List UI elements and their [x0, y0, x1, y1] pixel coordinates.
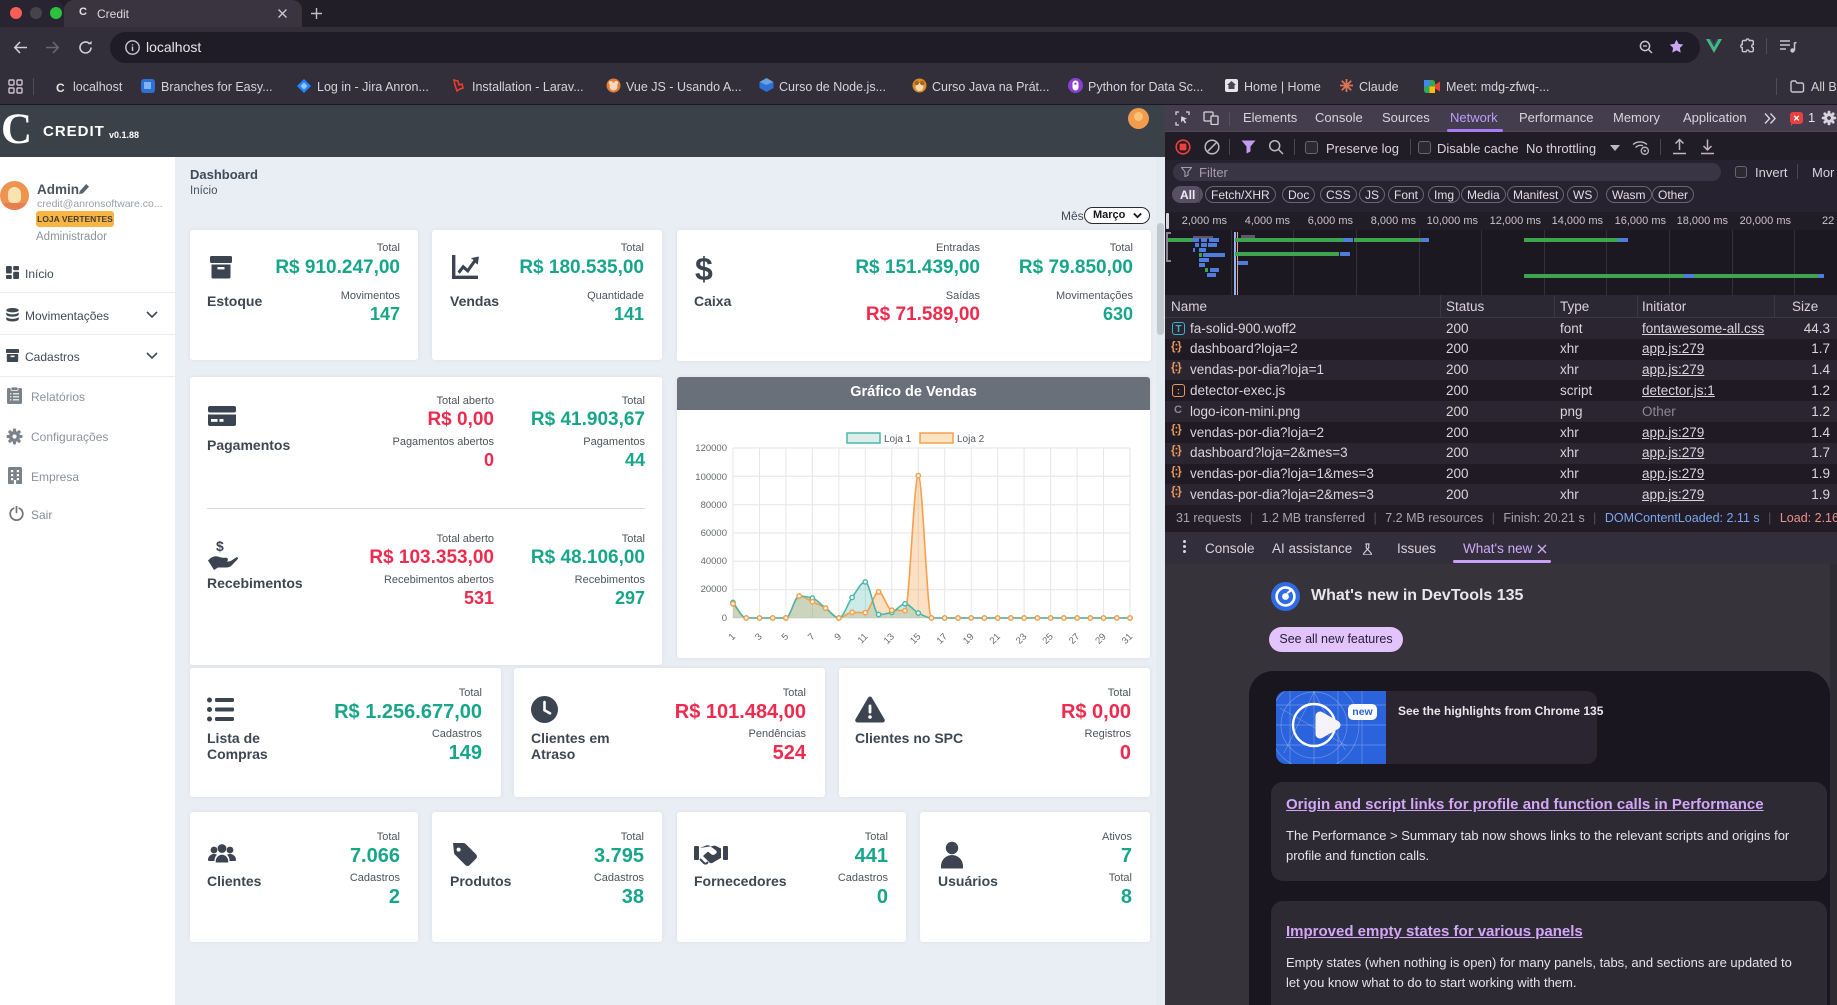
svg-text:40000: 40000 [701, 556, 727, 567]
svg-text:19: 19 [961, 631, 976, 646]
svg-text:25: 25 [1040, 631, 1055, 646]
svg-text:23: 23 [1014, 631, 1029, 646]
svg-text:Loja 2: Loja 2 [957, 434, 985, 445]
svg-text:27: 27 [1067, 631, 1082, 646]
svg-text:0: 0 [722, 613, 727, 624]
svg-text:80000: 80000 [701, 500, 727, 511]
svg-text:13: 13 [882, 631, 897, 646]
svg-text:3: 3 [753, 631, 765, 643]
svg-text:17: 17 [935, 631, 950, 646]
svg-text:7: 7 [806, 631, 818, 643]
svg-text:15: 15 [908, 631, 923, 646]
svg-text:20000: 20000 [701, 584, 727, 595]
svg-text:9: 9 [832, 631, 844, 643]
svg-text:$: $ [216, 538, 224, 554]
svg-text:120000: 120000 [695, 443, 727, 454]
svg-text:31: 31 [1120, 631, 1135, 646]
svg-text:1: 1 [727, 631, 739, 643]
svg-text:5: 5 [780, 631, 792, 643]
svg-text:21: 21 [988, 631, 1003, 646]
svg-text:Loja 1: Loja 1 [884, 434, 912, 445]
svg-text:11: 11 [856, 631, 871, 646]
svg-text:100000: 100000 [695, 472, 727, 483]
svg-text:29: 29 [1093, 631, 1108, 646]
svg-text:60000: 60000 [701, 528, 727, 539]
